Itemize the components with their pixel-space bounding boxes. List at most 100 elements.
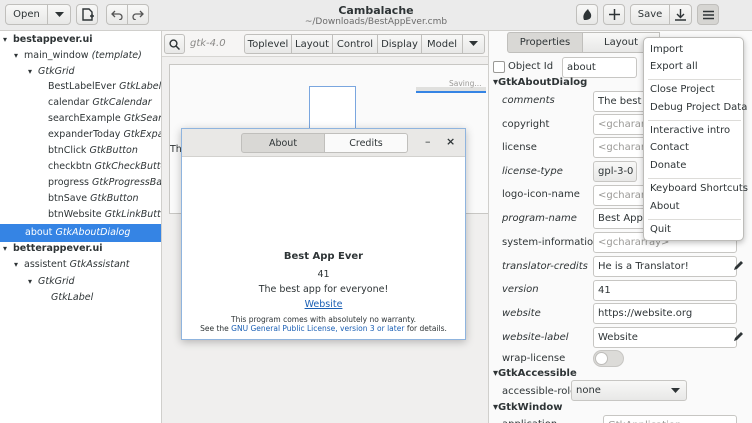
window-title: Cambalache: [338, 4, 414, 17]
tab-layout[interactable]: Layout: [291, 34, 333, 54]
menu-item-interactive-intro[interactable]: Interactive intro: [650, 123, 730, 139]
open-menu-button[interactable]: [47, 4, 71, 25]
prop-field-website-label[interactable]: Website: [593, 327, 737, 348]
menu-item-donate[interactable]: Donate: [650, 158, 686, 174]
dialog-app-name: Best App Ever: [283, 251, 364, 262]
new-ui-button[interactable]: [76, 4, 98, 25]
search-button[interactable]: [164, 34, 185, 54]
chevron-down-icon: [54, 11, 64, 17]
dialog-license-line: See the GNU General Public License, vers…: [200, 324, 447, 333]
prop-field-version[interactable]: 41: [593, 280, 737, 301]
export-button[interactable]: [669, 4, 692, 25]
menu-item-import[interactable]: Import: [650, 42, 683, 58]
download-icon: [675, 8, 686, 21]
prop-label-comments: comments: [502, 95, 555, 106]
save-button[interactable]: Save: [630, 4, 670, 25]
minimize-icon[interactable]: –: [425, 135, 431, 148]
section-gtkaccessible[interactable]: ▾GtkAccessible: [493, 368, 577, 379]
prop-label-website: website: [502, 308, 541, 319]
accessible-role-dropdown[interactable]: none: [571, 380, 687, 401]
redo-icon: [132, 10, 144, 20]
redo-button[interactable]: [127, 4, 149, 25]
chevron-down-icon: [469, 41, 478, 46]
expander-down-icon[interactable]: ▾: [14, 256, 24, 274]
progress-bar-fill: [416, 91, 486, 93]
prop-label-translator-credits: translator-credits: [502, 261, 588, 272]
prop-field-website[interactable]: https://website.org: [593, 303, 737, 324]
prop-label-application: application: [502, 419, 557, 423]
dialog-website-link[interactable]: Website: [182, 299, 465, 310]
tab-model[interactable]: Model: [421, 34, 463, 54]
dialog-comments: The best app for everyone!: [258, 284, 389, 295]
dialog-header: About Credits – ×: [182, 129, 465, 157]
plus-icon: [608, 9, 620, 20]
menu-item-debug-project-data[interactable]: Debug Project Data: [650, 100, 747, 116]
tab-about[interactable]: About: [241, 133, 325, 153]
prop-label-accessible-role: accessible-role: [502, 386, 577, 397]
prop-label-license: license: [502, 142, 537, 153]
tab-display[interactable]: Display: [377, 34, 422, 54]
edit-icon[interactable]: [733, 260, 744, 274]
undo-button[interactable]: [106, 4, 128, 25]
prop-label-wrap-license: wrap-license: [502, 353, 566, 364]
menu-separator: [648, 79, 741, 80]
object-id-checkbox[interactable]: [493, 61, 505, 73]
menu-separator: [648, 120, 741, 121]
open-button[interactable]: Open: [5, 4, 48, 25]
main-menu-popover: Import Export all Close Project Debug Pr…: [643, 37, 748, 241]
gtk-version-label: gtk-4.0: [190, 38, 226, 49]
license-type-dropdown[interactable]: gpl-3-0: [593, 161, 637, 182]
workspace-toolbar: gtk-4.0 Toplevel Layout Control Display …: [162, 31, 488, 57]
tab-control[interactable]: Control: [332, 34, 378, 54]
tree-row[interactable]: ▾ assistent GtkAssistant: [0, 256, 161, 274]
prop-label-system-information: system-information: [502, 237, 600, 248]
menu-separator: [648, 219, 741, 220]
prop-label-version: version: [502, 284, 539, 295]
saving-label: Saving...: [449, 79, 482, 88]
new-document-icon: [81, 8, 94, 21]
prop-label-website-label: website-label: [502, 332, 569, 343]
prop-label-logo-icon-name: logo-icon-name: [502, 189, 580, 200]
tab-toplevel[interactable]: Toplevel: [244, 34, 292, 54]
tab-properties[interactable]: Properties: [507, 32, 583, 53]
dialog-warranty: This program comes with absolutely no wa…: [230, 315, 416, 324]
menu-item-keyboard-shortcuts[interactable]: Keyboard Shortcuts: [650, 181, 748, 197]
object-id-field[interactable]: about: [562, 57, 637, 78]
tree-row[interactable]: btnWebsite GtkLinkButto: [0, 206, 161, 224]
menu-item-about[interactable]: About: [650, 199, 680, 215]
prop-field-translator-credits[interactable]: He is a Translator!: [593, 256, 737, 277]
more-tabs-button[interactable]: [462, 34, 485, 54]
license-link[interactable]: GNU General Public License, version 3 or…: [231, 324, 404, 333]
search-icon: [169, 38, 180, 50]
about-dialog-preview[interactable]: About Credits – × Best App Ever 41 The b…: [181, 128, 466, 340]
object-tree: ▾ bestappever.ui ▾ main_window (template) …: [0, 31, 162, 423]
prop-label-copyright: copyright: [502, 119, 550, 130]
header-bar: Open Cambalache ~/Downloads/BestAppEver.…: [0, 0, 752, 31]
section-gtkaboutdialog[interactable]: ▾GtkAboutDialog: [493, 77, 587, 88]
prop-label-license-type: license-type: [502, 166, 563, 177]
switch-knob: [595, 352, 608, 365]
menu-item-close-project[interactable]: Close Project: [650, 82, 715, 98]
dialog-version: 41: [317, 269, 330, 280]
tab-credits[interactable]: Credits: [324, 133, 408, 153]
inspector-button[interactable]: [576, 4, 598, 25]
prop-label-program-name: program-name: [502, 213, 577, 224]
pointer-icon: [583, 9, 592, 20]
close-icon[interactable]: ×: [446, 135, 455, 148]
menu-separator: [648, 178, 741, 179]
hamburger-menu-icon: [702, 10, 714, 19]
menu-item-contact[interactable]: Contact: [650, 140, 689, 156]
prop-field-application[interactable]: GtkApplication: [603, 415, 737, 423]
menu-item-export-all[interactable]: Export all: [650, 59, 698, 75]
section-gtkwindow[interactable]: ▾GtkWindow: [493, 402, 563, 413]
undo-icon: [111, 10, 123, 20]
add-object-button[interactable]: [603, 4, 625, 25]
window-subtitle: ~/Downloads/BestAppEver.cmb: [304, 17, 448, 27]
object-id-label: Object Id: [508, 61, 554, 72]
wrap-license-switch[interactable]: [593, 350, 624, 367]
main-menu-button[interactable]: [697, 4, 719, 25]
tree-row[interactable]: GtkLabel: [0, 289, 161, 307]
chevron-down-icon: [671, 388, 680, 393]
edit-icon[interactable]: [733, 331, 744, 345]
menu-item-quit[interactable]: Quit: [650, 222, 671, 238]
